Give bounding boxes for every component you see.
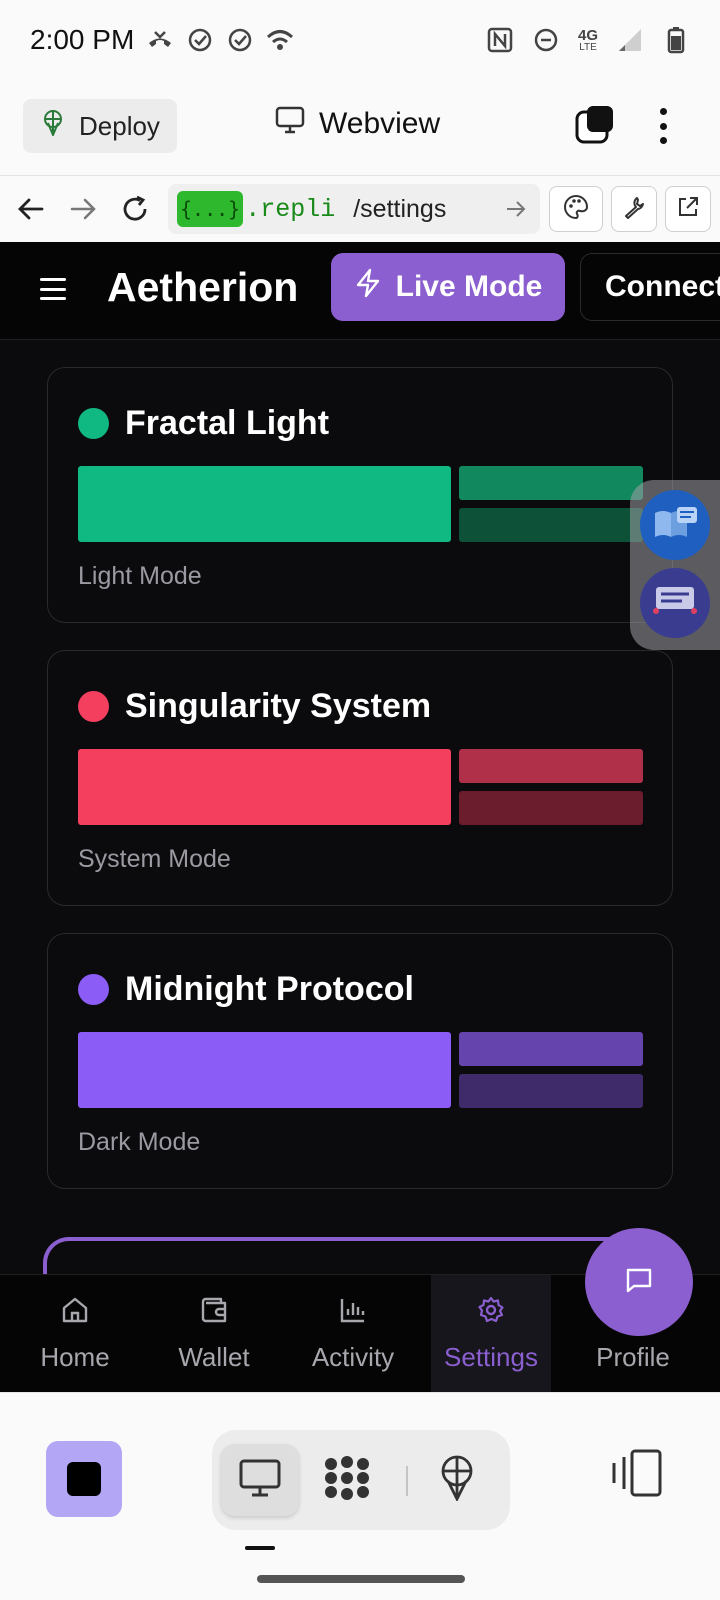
live-mode-label: Live Mode	[395, 270, 543, 303]
do-not-disturb-icon	[532, 26, 560, 54]
theme-name: Midnight Protocol	[125, 970, 414, 1008]
desktop-view-button[interactable]	[221, 1444, 299, 1516]
nfc-icon	[486, 26, 514, 54]
url-bar: {...} .repli /settings	[0, 176, 720, 242]
status-bar: 2:00 PM 4G LTE	[0, 0, 720, 80]
lightning-icon	[354, 268, 382, 306]
nav-item-settings[interactable]: Settings	[431, 1275, 551, 1392]
deploy-icon	[437, 1455, 477, 1506]
network-view-button[interactable]	[308, 1444, 386, 1516]
theme-swatch-secondary	[459, 466, 643, 500]
url-badge: {...}	[177, 191, 244, 227]
wrench-icon	[622, 195, 646, 224]
wifi-icon	[266, 26, 294, 54]
divider	[406, 1466, 408, 1496]
nav-label: Home	[40, 1342, 110, 1372]
theme-name: Singularity System	[125, 687, 432, 725]
hamburger-menu-icon[interactable]	[40, 278, 66, 300]
device-toolbar	[0, 1392, 720, 1600]
theme-mode-label: Light Mode	[78, 562, 202, 590]
bar-chart-icon	[338, 1295, 368, 1332]
live-mode-button[interactable]: Live Mode	[331, 253, 565, 321]
nav-label: Wallet	[178, 1342, 250, 1372]
theme-card-fractal-light[interactable]: Fractal Light Light Mode	[47, 367, 673, 623]
connect-button[interactable]: Connect	[580, 253, 720, 321]
brand-name: Aetherion	[107, 264, 299, 310]
tabs-button[interactable]	[575, 104, 615, 144]
url-host: .repli	[245, 194, 336, 224]
theme-swatch-primary	[78, 466, 451, 542]
theme-swatch-secondary	[459, 1032, 643, 1066]
back-arrow-icon[interactable]	[16, 194, 46, 224]
message-icon	[650, 581, 700, 626]
status-time: 2:00 PM	[30, 24, 135, 55]
home-indicator[interactable]	[257, 1575, 465, 1583]
stop-icon	[67, 1462, 101, 1496]
connect-label: Connect	[605, 270, 720, 303]
missed-call-icon	[146, 26, 174, 54]
stop-button[interactable]	[46, 1441, 122, 1517]
theme-swatch-tertiary	[459, 791, 643, 825]
chat-bubble-icon	[624, 1265, 654, 1300]
theme-card-singularity-system[interactable]: Singularity System System Mode	[47, 650, 673, 906]
wallet-icon	[199, 1295, 229, 1332]
url-path: /settings	[353, 194, 447, 223]
home-icon	[60, 1295, 90, 1332]
reload-icon[interactable]	[120, 194, 150, 224]
palette-icon	[563, 194, 589, 225]
palette-button[interactable]	[549, 186, 603, 232]
nav-label: Settings	[444, 1342, 538, 1372]
devtools-button[interactable]	[611, 186, 657, 232]
go-arrow-icon[interactable]	[504, 197, 528, 221]
theme-mode-label: Dark Mode	[78, 1128, 201, 1156]
forward-arrow-icon[interactable]	[68, 194, 98, 224]
nav-item-wallet[interactable]: Wallet	[144, 1275, 284, 1392]
deploy-view-button[interactable]	[418, 1444, 496, 1516]
deploy-label: Deploy	[79, 110, 160, 141]
reader-icon	[651, 503, 699, 548]
check-circle-icon	[186, 26, 214, 54]
site-header: Aetherion Live Mode Connect	[0, 242, 720, 340]
theme-swatch-secondary	[459, 749, 643, 783]
monitor-icon	[275, 106, 305, 142]
view-mode-switcher	[212, 1430, 510, 1530]
battery-icon	[662, 26, 690, 54]
deploy-button[interactable]: Deploy	[23, 99, 177, 153]
monitor-icon	[239, 1458, 281, 1503]
network-type: 4G LTE	[577, 26, 598, 53]
nav-item-home[interactable]: Home	[5, 1275, 145, 1392]
theme-swatch-tertiary	[459, 508, 643, 542]
gear-icon	[476, 1295, 506, 1332]
theme-mode-label: System Mode	[78, 845, 231, 873]
url-input[interactable]: {...} .repli /settings	[168, 184, 540, 234]
deploy-icon	[41, 109, 65, 143]
nodes-icon	[322, 1455, 372, 1506]
theme-card-midnight-protocol[interactable]: Midnight Protocol Dark Mode	[47, 933, 673, 1189]
page-title: Webview	[275, 106, 440, 142]
theme-swatch-tertiary	[459, 1074, 643, 1108]
app-header: Deploy Webview	[0, 80, 720, 176]
webview-content: Aetherion Live Mode Connect Fractal Ligh…	[0, 242, 720, 1392]
check-circle-icon	[226, 26, 254, 54]
external-link-icon	[676, 195, 700, 224]
theme-name: Fractal Light	[125, 404, 330, 442]
theme-swatch-primary	[78, 1032, 451, 1108]
chat-fab-button[interactable]	[585, 1228, 693, 1336]
open-external-button[interactable]	[665, 186, 711, 232]
split-view-button[interactable]	[610, 1443, 664, 1503]
nav-label: Activity	[311, 1342, 395, 1372]
dock-reader-button[interactable]	[640, 490, 710, 560]
theme-color-dot	[78, 974, 109, 1005]
signal-icon	[616, 26, 644, 54]
theme-color-dot	[78, 691, 109, 722]
theme-swatch-primary	[78, 749, 451, 825]
theme-color-dot	[78, 408, 109, 439]
nav-label: Profile	[596, 1342, 670, 1372]
active-indicator	[245, 1546, 275, 1550]
title-label: Webview	[319, 107, 441, 140]
nav-item-activity[interactable]: Activity	[283, 1275, 423, 1392]
dock-chat-button[interactable]	[640, 568, 710, 638]
more-menu-button[interactable]	[648, 104, 678, 148]
side-dock	[630, 480, 720, 650]
